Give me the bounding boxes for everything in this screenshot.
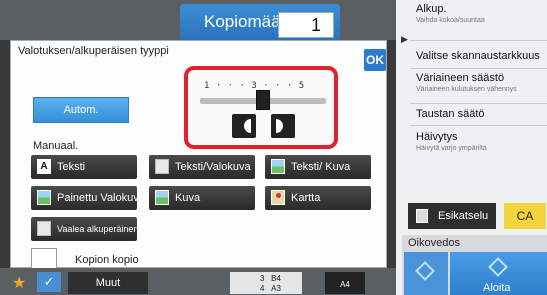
exposure-darker-button[interactable] bbox=[271, 114, 295, 138]
type-text-label: Teksti bbox=[57, 161, 86, 173]
document-icon bbox=[37, 221, 51, 236]
proof-copy-label: Oikovedos bbox=[408, 237, 460, 249]
type-printed-photo-button[interactable]: Painettu Valokuva bbox=[31, 186, 145, 210]
check-icon[interactable]: ✓ bbox=[37, 272, 61, 292]
shadow-erase-item[interactable]: Häivytys Häivytä varjo ympäriltä bbox=[416, 131, 544, 152]
photo-icon bbox=[271, 159, 285, 174]
manual-label: Manuaal. bbox=[33, 140, 79, 152]
type-image-label: Kuva bbox=[175, 192, 201, 204]
scan-resolution-label: Valitse skannaustarkkuus bbox=[416, 50, 540, 62]
ok-button[interactable]: OK bbox=[364, 49, 386, 71]
preview-button[interactable]: Esikatselu bbox=[408, 203, 496, 229]
preview-icon bbox=[416, 209, 428, 223]
photo-icon bbox=[155, 190, 169, 205]
type-text-button[interactable]: A Teksti bbox=[31, 155, 137, 179]
document-icon bbox=[155, 159, 169, 174]
auto-button[interactable]: Autom. bbox=[33, 97, 129, 123]
toner-save-sub: Väriaineen kulutuksen vähennys bbox=[416, 86, 517, 93]
text-icon: A bbox=[37, 159, 51, 174]
toner-save-item[interactable]: Väriaineen säästö Väriaineen kulutuksen … bbox=[416, 72, 544, 93]
type-light-original-button[interactable]: Vaalea alkuperäinen bbox=[31, 217, 139, 241]
shadow-erase-label: Häivytys bbox=[416, 131, 458, 143]
copy-of-copy-label: Kopion kopio bbox=[75, 254, 139, 266]
type-text-photo-button[interactable]: Teksti/Valokuva bbox=[149, 155, 255, 179]
darker-icon bbox=[276, 119, 283, 133]
tray-indicator: 3 B4 4 A3 bbox=[230, 272, 302, 294]
divider bbox=[410, 103, 547, 104]
clear-all-button[interactable]: CA bbox=[504, 203, 546, 229]
type-map-label: Kartta bbox=[291, 192, 321, 204]
exposure-slider-box: 1 · · · 3 · · · 5 bbox=[184, 66, 338, 149]
type-printed-photo-label: Painettu Valokuva bbox=[57, 192, 145, 204]
tray-1-info: 3 B4 bbox=[260, 274, 281, 283]
lighter-icon bbox=[244, 119, 251, 133]
type-image-button[interactable]: Kuva bbox=[149, 186, 255, 210]
star-icon[interactable]: ★ bbox=[12, 273, 26, 293]
preview-label: Esikatselu bbox=[438, 210, 489, 222]
type-light-original-label: Vaalea alkuperäinen bbox=[57, 224, 139, 234]
scan-resolution-item[interactable]: Valitse skannaustarkkuus bbox=[416, 50, 544, 62]
toner-save-label: Väriaineen säästö bbox=[416, 72, 505, 84]
type-text-photo-label: Teksti/Valokuva bbox=[175, 161, 251, 173]
paper-size-indicator: A4 bbox=[325, 272, 365, 294]
divider bbox=[410, 40, 547, 41]
map-icon bbox=[271, 190, 285, 205]
copies-input[interactable]: 1 bbox=[278, 12, 334, 38]
more-button[interactable]: Muut bbox=[68, 272, 148, 294]
tray-2-info: 4 A3 bbox=[260, 284, 281, 293]
exposure-lighter-button[interactable] bbox=[232, 114, 256, 138]
exposure-slider-thumb[interactable] bbox=[256, 90, 270, 110]
start-diamond-icon bbox=[488, 257, 508, 277]
copies-panel: Kopiomäärä 1 bbox=[180, 4, 340, 40]
photo-icon bbox=[37, 190, 51, 205]
type-text-image-button[interactable]: Teksti/ Kuva bbox=[265, 155, 371, 179]
exposure-dialog: Valotuksen/alkuperäisen tyyppi OK 1 · · … bbox=[10, 40, 387, 274]
original-sub: Vaihda kokoa/suuntaa bbox=[416, 17, 485, 24]
shadow-erase-sub: Häivytä varjo ympäriltä bbox=[416, 145, 487, 152]
start-label: Aloita bbox=[483, 282, 511, 294]
arrow-right-icon: ▶ bbox=[401, 34, 408, 44]
type-map-button[interactable]: Kartta bbox=[265, 186, 371, 210]
proof-copy-button[interactable] bbox=[404, 252, 448, 295]
start-diamond-icon bbox=[415, 261, 435, 281]
original-label: Alkup. bbox=[416, 3, 447, 15]
dialog-title: Valotuksen/alkuperäisen tyyppi bbox=[18, 45, 169, 57]
background-adjust-item[interactable]: Taustan säätö bbox=[416, 108, 544, 120]
divider bbox=[410, 125, 547, 126]
background-adjust-label: Taustan säätö bbox=[416, 108, 485, 120]
original-size-item[interactable]: Alkup. Vaihda kokoa/suuntaa bbox=[416, 3, 544, 24]
type-text-image-label: Teksti/ Kuva bbox=[291, 161, 351, 173]
divider bbox=[410, 68, 547, 69]
